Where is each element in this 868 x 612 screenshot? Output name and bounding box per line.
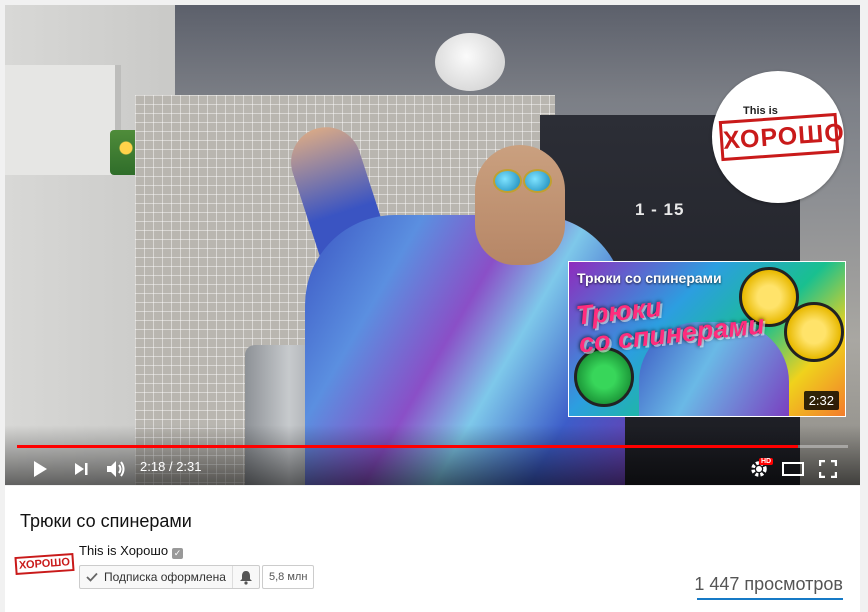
theater-mode-button[interactable] [780,456,806,482]
subscribe-label: Подписка оформлена [104,570,226,584]
channel-name: This is Хорошо [79,543,169,558]
watermark-small-text: This is [743,105,778,117]
views-underline [697,598,843,600]
hd-badge: HD [759,458,774,465]
checkmark-icon [86,572,98,582]
bell-icon [239,570,252,585]
spinner-graphic [784,302,844,362]
door-number: 1 - 15 [635,200,685,219]
play-button[interactable] [27,456,53,482]
video-info: Трюки со спинерами ХОРОШО This is Хорошо… [5,486,860,612]
current-time: 2:18 [140,459,166,474]
progress-played [17,445,799,448]
time-separator: / [168,459,173,474]
mute-button[interactable] [103,456,129,482]
scene-lamp [435,33,505,91]
settings-button[interactable]: HD [746,456,774,482]
video-player[interactable]: 1 - 15 This is ХОРОШО Трюки со спинерами… [5,5,860,485]
endcard-title: Трюки со спинерами [577,270,722,286]
sunglasses [493,169,553,193]
view-count: 1 447 просмотров [694,574,843,594]
endcard-duration: 2:32 [803,391,839,410]
verified-icon: ✓ [172,548,184,559]
person-head [475,145,565,265]
fullscreen-icon [819,460,837,478]
subscriber-count: 5,8 млн [262,565,315,589]
channel-name-link[interactable]: This is Хорошо ✓ [79,543,184,559]
next-icon [75,463,88,475]
duration: 2:31 [176,459,202,474]
play-icon [34,461,47,477]
subscribed-segment[interactable]: Подписка оформлена [80,566,232,588]
watermark-logo-text: ХОРОШО [718,112,846,162]
video-title: Трюки со спинерами [20,511,192,531]
channel-watermark[interactable]: This is ХОРОШО [712,71,846,203]
subscribe-button[interactable]: Подписка оформлена [79,565,260,589]
fullscreen-button[interactable] [815,456,841,482]
avatar-logo-text: ХОРОШО [13,552,75,576]
scene-window [5,65,121,175]
progress-bar[interactable] [17,445,848,448]
next-button[interactable] [68,456,94,482]
channel-avatar[interactable]: ХОРОШО [13,549,75,579]
controls-gradient [5,425,860,485]
endscreen-video-card[interactable]: Трюки со спинерами Трюки со спинерами 2:… [568,261,846,417]
time-display: 2:18 / 2:31 [140,459,202,474]
notification-bell-button[interactable] [231,566,259,588]
volume-icon [107,461,125,477]
theater-mode-icon [782,462,804,476]
